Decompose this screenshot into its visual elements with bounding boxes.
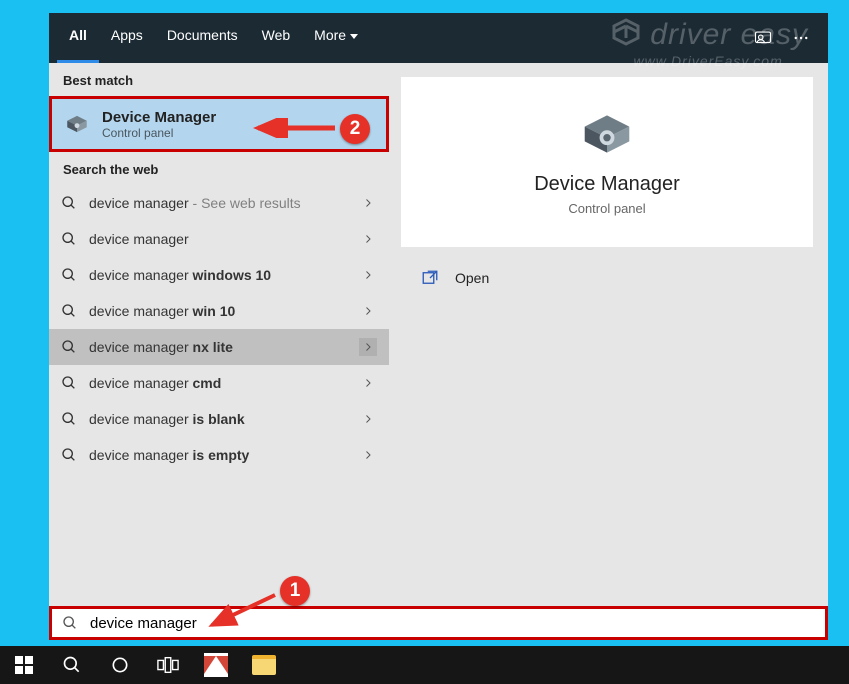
web-result[interactable]: device manager is blank — [49, 401, 389, 437]
annotation-arrow-1 — [200, 590, 280, 630]
details-subtitle: Control panel — [568, 201, 645, 216]
best-match-subtitle: Control panel — [102, 126, 216, 140]
taskbar-app-file-explorer[interactable] — [244, 646, 284, 684]
search-icon — [62, 615, 78, 631]
web-results-list: device manager - See web results device … — [49, 185, 389, 473]
search-tabs: All Apps Documents Web More driver easy … — [49, 13, 828, 63]
details-column: Device Manager Control panel Open — [389, 63, 828, 606]
web-result[interactable]: device manager is empty — [49, 437, 389, 473]
folder-icon — [252, 655, 276, 675]
search-icon — [61, 267, 77, 283]
taskbar-app-gmail[interactable] — [196, 646, 236, 684]
details-title: Device Manager — [534, 173, 680, 196]
chevron-right-icon[interactable] — [359, 302, 377, 320]
device-manager-large-icon — [577, 109, 637, 159]
search-icon — [61, 411, 77, 427]
details-card: Device Manager Control panel — [401, 77, 813, 247]
tab-apps[interactable]: Apps — [99, 13, 155, 63]
web-result[interactable]: device manager — [49, 221, 389, 257]
web-result[interactable]: device manager nx lite — [49, 329, 389, 365]
open-label: Open — [455, 270, 489, 286]
search-icon — [61, 375, 77, 391]
chevron-right-icon[interactable] — [359, 410, 377, 428]
chevron-right-icon[interactable] — [359, 194, 377, 212]
search-box[interactable] — [49, 606, 828, 640]
tab-web[interactable]: Web — [250, 13, 303, 63]
results-column: Best match Device Manager Control panel … — [49, 63, 389, 606]
ellipsis-icon[interactable] — [792, 29, 810, 47]
cortana-button[interactable] — [100, 646, 140, 684]
tab-more[interactable]: More — [302, 13, 370, 63]
search-icon — [61, 195, 77, 211]
web-result[interactable]: device manager windows 10 — [49, 257, 389, 293]
web-result[interactable]: device manager cmd — [49, 365, 389, 401]
taskbar — [0, 646, 849, 684]
section-best-match: Best match — [49, 63, 389, 96]
best-match-title: Device Manager — [102, 109, 216, 126]
gmail-icon — [204, 653, 228, 677]
tab-all[interactable]: All — [57, 13, 99, 63]
account-icon[interactable] — [754, 29, 772, 47]
chevron-down-icon — [350, 34, 358, 39]
tab-documents[interactable]: Documents — [155, 13, 250, 63]
device-manager-icon — [64, 111, 90, 137]
annotation-badge-1: 1 — [280, 576, 310, 606]
open-icon — [421, 269, 439, 287]
chevron-right-icon[interactable] — [359, 374, 377, 392]
task-view-button[interactable] — [148, 646, 188, 684]
search-icon — [61, 231, 77, 247]
taskbar-search-button[interactable] — [52, 646, 92, 684]
annotation-arrow-2 — [250, 118, 340, 138]
annotation-badge-2: 2 — [340, 114, 370, 144]
open-action[interactable]: Open — [401, 247, 828, 309]
web-result[interactable]: device manager - See web results — [49, 185, 389, 221]
chevron-right-icon[interactable] — [359, 230, 377, 248]
search-panel: All Apps Documents Web More driver easy … — [49, 13, 828, 640]
chevron-right-icon[interactable] — [359, 338, 377, 356]
search-icon — [61, 339, 77, 355]
chevron-right-icon[interactable] — [359, 446, 377, 464]
search-icon — [61, 303, 77, 319]
search-icon — [61, 447, 77, 463]
chevron-right-icon[interactable] — [359, 266, 377, 284]
start-button[interactable] — [4, 646, 44, 684]
web-result[interactable]: device manager win 10 — [49, 293, 389, 329]
section-search-web: Search the web — [49, 152, 389, 185]
